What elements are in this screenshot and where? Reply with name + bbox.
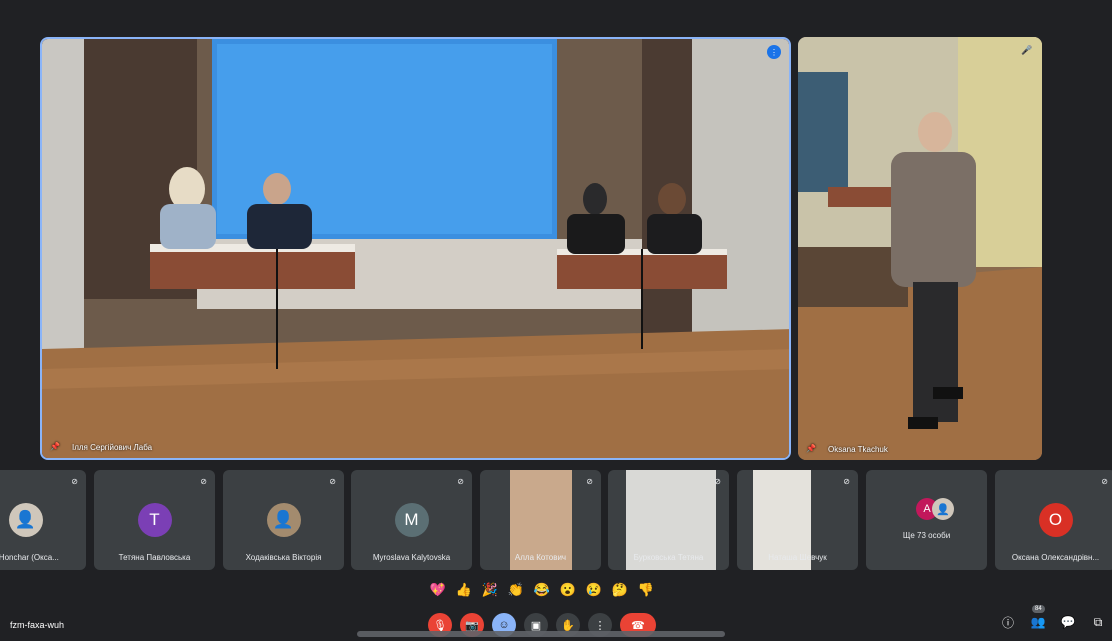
- participant-name: Алла Котович: [514, 553, 567, 562]
- mic-muted-icon: ⊘: [714, 477, 721, 486]
- pin-icon[interactable]: 📌: [50, 442, 60, 452]
- avatar: T: [137, 503, 172, 537]
- participant-tile[interactable]: 👤 ⊘ a Honchar (Окса...: [0, 470, 86, 570]
- participant-name: Бурковська Тетяна: [633, 553, 704, 562]
- avatar: 👤: [266, 503, 301, 537]
- main-video-tile[interactable]: ⋮ 📌 Ілля Сергійович Лаба: [40, 37, 791, 460]
- chat-icon[interactable]: 💬: [1060, 614, 1076, 630]
- info-icon[interactable]: ⓘ: [1000, 614, 1016, 630]
- side-video-tile[interactable]: 🎤 📌 Oksana Tkachuk: [798, 37, 1042, 460]
- main-video-feed: [42, 39, 789, 458]
- more-participants-label: Ще 73 особи: [902, 531, 951, 540]
- avatar: O: [1038, 503, 1073, 537]
- horizontal-scrollbar[interactable]: [357, 631, 725, 637]
- mic-muted-icon: ⊘: [843, 477, 850, 486]
- people-icon[interactable]: 👥 84: [1030, 605, 1046, 630]
- participant-tile[interactable]: M ⊘ Myroslava Kalytovska: [351, 470, 472, 570]
- avatar: 👤: [932, 498, 954, 520]
- reaction-heart-icon[interactable]: 💖: [428, 580, 448, 600]
- participant-tile[interactable]: T ⊘ Тетяна Павловська: [94, 470, 215, 570]
- participant-tile[interactable]: 👤 ⊘ Ходаківська Вікторія: [223, 470, 344, 570]
- participant-name: Ходаківська Вікторія: [245, 553, 322, 562]
- participant-tile[interactable]: ⊘ Алла Котович: [480, 470, 601, 570]
- participant-name: a Honchar (Окса...: [0, 553, 59, 562]
- activities-icon[interactable]: ⧉: [1090, 614, 1106, 630]
- reaction-surprised-icon[interactable]: 😮: [558, 580, 578, 600]
- meet-stage: ⋮ 📌 Ілля Сергійович Лаба 🎤 📌 Oksana Tkac…: [0, 0, 1112, 641]
- mic-muted-icon: ⊘: [200, 477, 207, 486]
- bottom-bar: fzm-faxa-wuh 🎙 📷 ☺ ▣ ✋ ⋮ ☎ ⓘ 👥 84 💬 ⧉: [0, 605, 1112, 641]
- side-speaker-name: Oksana Tkachuk: [828, 444, 888, 454]
- participant-name: Наташа Шевчук: [768, 553, 827, 562]
- reaction-clap-icon[interactable]: 👏: [506, 580, 526, 600]
- reaction-laugh-icon[interactable]: 😂: [532, 580, 552, 600]
- mic-muted-icon: ⊘: [457, 477, 464, 486]
- participant-count-badge: 84: [1032, 605, 1045, 613]
- mic-muted-icon: ⊘: [329, 477, 336, 486]
- meeting-code: fzm-faxa-wuh: [10, 620, 65, 630]
- speaking-indicator-icon: ⋮: [767, 45, 781, 59]
- main-speaker-name: Ілля Сергійович Лаба: [72, 442, 153, 452]
- more-participants-tile[interactable]: A 👤 Ще 73 особи: [866, 470, 987, 570]
- mic-muted-icon: ⊘: [71, 477, 78, 486]
- side-tile-name-row: 📌 Oksana Tkachuk: [806, 444, 888, 454]
- mic-muted-icon: 🎤: [1021, 44, 1033, 55]
- reaction-thumbs-down-icon[interactable]: 👎: [636, 580, 656, 600]
- participant-tile[interactable]: O ⊘ Оксана Олександрівн...: [995, 470, 1112, 570]
- reaction-thumbs-up-icon[interactable]: 👍: [454, 580, 474, 600]
- avatar: M: [394, 503, 429, 537]
- participant-tile[interactable]: ⊘ Наташа Шевчук: [737, 470, 858, 570]
- pin-icon[interactable]: 📌: [806, 444, 816, 454]
- reaction-party-icon[interactable]: 🎉: [480, 580, 500, 600]
- mic-muted-icon: ⊘: [1101, 477, 1108, 486]
- participant-name: Тетяна Павловська: [118, 553, 191, 562]
- reaction-sad-icon[interactable]: 😢: [584, 580, 604, 600]
- reaction-bar: 💖 👍 🎉 👏 😂 😮 😢 🤔 👎: [428, 578, 656, 602]
- reaction-thinking-icon[interactable]: 🤔: [610, 580, 630, 600]
- mic-muted-icon: ⊘: [586, 477, 593, 486]
- side-video-feed: [798, 37, 1042, 460]
- participant-name: Myroslava Kalytovska: [372, 553, 451, 562]
- participant-tile[interactable]: ⊘ Бурковська Тетяна: [608, 470, 729, 570]
- participant-name: Оксана Олександрівн...: [1011, 553, 1100, 562]
- side-controls: ⓘ 👥 84 💬 ⧉: [1000, 605, 1106, 630]
- main-tile-name-row: 📌 Ілля Сергійович Лаба: [50, 442, 152, 452]
- avatar: 👤: [8, 503, 43, 537]
